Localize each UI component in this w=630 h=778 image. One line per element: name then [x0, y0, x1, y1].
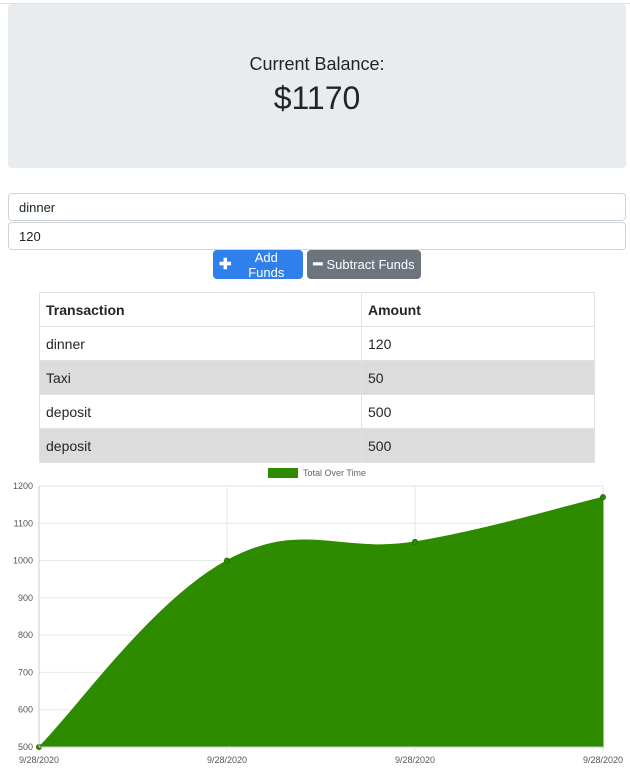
amount-cell: 500 [361, 394, 595, 429]
transaction-cell: deposit [39, 428, 362, 463]
transaction-cell: Taxi [39, 360, 362, 395]
y-tick-label: 1200 [13, 481, 33, 491]
transaction-cell: dinner [39, 326, 362, 361]
transaction-cell: deposit [39, 394, 362, 429]
table-row: deposit 500 [39, 394, 595, 429]
amount-cell: 500 [361, 428, 595, 463]
legend-swatch [268, 468, 298, 478]
y-tick-label: 700 [18, 667, 33, 677]
total-over-time-chart: 500 600 700 800 900 1000 1100 1200 9/28/2020 9/28… [13, 468, 623, 765]
x-tick-label: 9/28/2020 [19, 755, 59, 765]
y-tick-label: 1100 [14, 518, 33, 528]
data-point [412, 538, 418, 545]
subtract-funds-label: Subtract Funds [326, 257, 415, 272]
transaction-amount-input[interactable] [8, 222, 626, 250]
amount-cell: 120 [361, 326, 595, 361]
y-tick-label: 600 [18, 705, 33, 715]
y-tick-label: 900 [18, 593, 33, 603]
add-funds-button[interactable]: ✚ Add Funds [213, 249, 303, 280]
amount-cell: 50 [361, 360, 595, 395]
table-header-row: Transaction Amount [39, 292, 595, 327]
balance-value: $1170 [273, 80, 361, 116]
series-area-total-over-time [37, 496, 604, 748]
data-point [600, 494, 606, 501]
table-row: dinner 120 [39, 326, 595, 361]
y-tick-label: 800 [18, 630, 33, 640]
add-funds-label: Add Funds [248, 249, 285, 280]
x-tick-label: 9/28/2020 [207, 755, 247, 765]
x-tick-label: 9/28/2020 [395, 755, 435, 765]
y-tick-label: 1000 [13, 556, 33, 566]
header-amount: Amount [361, 292, 595, 327]
x-tick-label: 9/28/2020 [583, 755, 623, 765]
minus-icon: ━ [313, 256, 323, 273]
balance-label: Current Balance: [249, 54, 385, 74]
table-row: Taxi 50 [39, 360, 595, 395]
data-point [224, 557, 230, 564]
y-tick-label: 500 [18, 742, 33, 752]
balance-panel: Current Balance: $1170 [8, 4, 626, 168]
legend-label: Total Over Time [303, 468, 366, 478]
table-row: deposit 500 [39, 428, 595, 463]
transactions-table: Transaction Amount dinner 120 Taxi 50 de… [39, 292, 595, 463]
header-transaction: Transaction [39, 292, 362, 327]
subtract-funds-button[interactable]: ━ Subtract Funds [307, 250, 421, 279]
transaction-name-input[interactable] [8, 193, 626, 221]
plus-icon: ✚ [219, 256, 232, 273]
